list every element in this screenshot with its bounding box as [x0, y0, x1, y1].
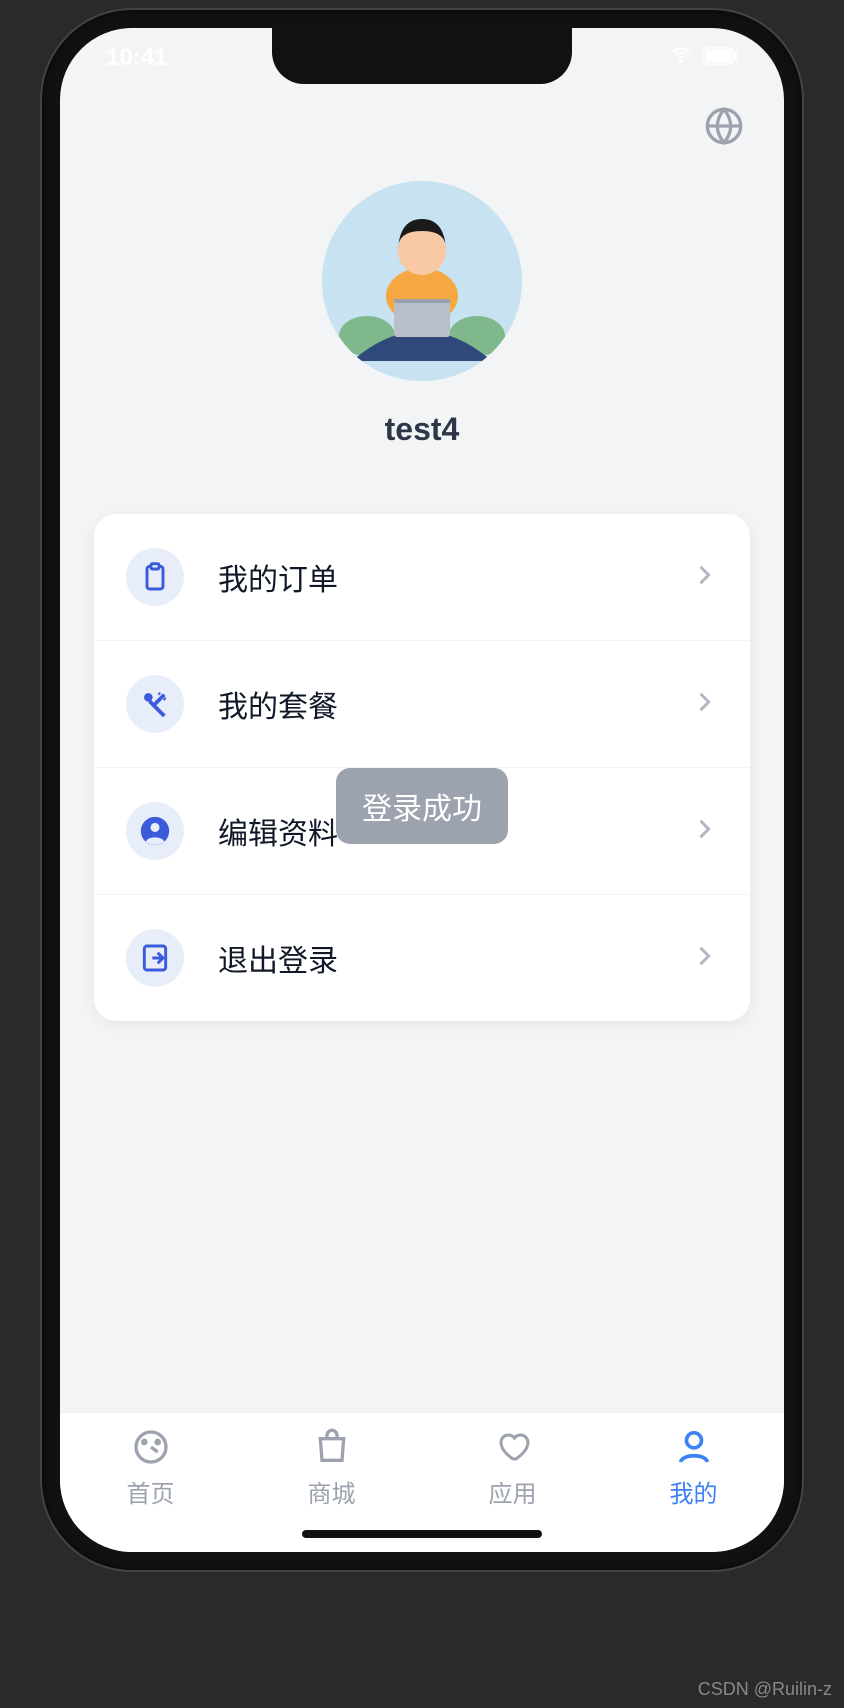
battery-icon: [702, 44, 738, 72]
menu-item-logout[interactable]: 退出登录: [94, 895, 750, 1021]
tab-label: 首页: [127, 1474, 175, 1509]
tab-mine[interactable]: 我的: [603, 1413, 784, 1522]
gauge-icon: [130, 1426, 172, 1468]
device-notch: [272, 28, 572, 84]
status-time: 10:41: [106, 44, 167, 72]
menu-item-packages[interactable]: 我的套餐: [94, 641, 750, 768]
profile-section: test4: [60, 151, 784, 488]
username: test4: [385, 411, 460, 448]
tab-label: 我的: [670, 1474, 718, 1509]
bag-icon: [311, 1426, 353, 1468]
menu-label: 我的订单: [218, 555, 690, 599]
phone-screen: 10:41: [60, 28, 784, 1552]
chevron-right-icon: [690, 688, 718, 721]
user-icon: [673, 1426, 715, 1468]
tab-apps[interactable]: 应用: [422, 1413, 603, 1522]
header: [60, 88, 784, 151]
clipboard-icon: [126, 548, 184, 606]
utensils-icon: [126, 675, 184, 733]
user-circle-icon: [126, 802, 184, 860]
chevron-right-icon: [690, 942, 718, 975]
tab-label: 商城: [308, 1474, 356, 1509]
home-indicator[interactable]: [302, 1530, 542, 1538]
logout-icon: [126, 929, 184, 987]
wifi-icon: [668, 44, 694, 72]
watermark: CSDN @Ruilin-z: [698, 1679, 832, 1700]
chevron-right-icon: [690, 561, 718, 594]
phone-frame: 10:41: [42, 10, 802, 1570]
avatar[interactable]: [322, 181, 522, 381]
tab-label: 应用: [489, 1474, 537, 1509]
tab-shop[interactable]: 商城: [241, 1413, 422, 1522]
status-icons: [668, 44, 738, 72]
menu-label: 我的套餐: [218, 682, 690, 726]
globe-icon[interactable]: [704, 106, 744, 151]
chevron-right-icon: [690, 815, 718, 848]
toast-message: 登录成功: [362, 793, 482, 826]
heart-icon: [492, 1426, 534, 1468]
menu-label: 退出登录: [218, 936, 690, 980]
tab-home[interactable]: 首页: [60, 1413, 241, 1522]
toast: 登录成功: [336, 768, 508, 844]
menu-item-orders[interactable]: 我的订单: [94, 514, 750, 641]
